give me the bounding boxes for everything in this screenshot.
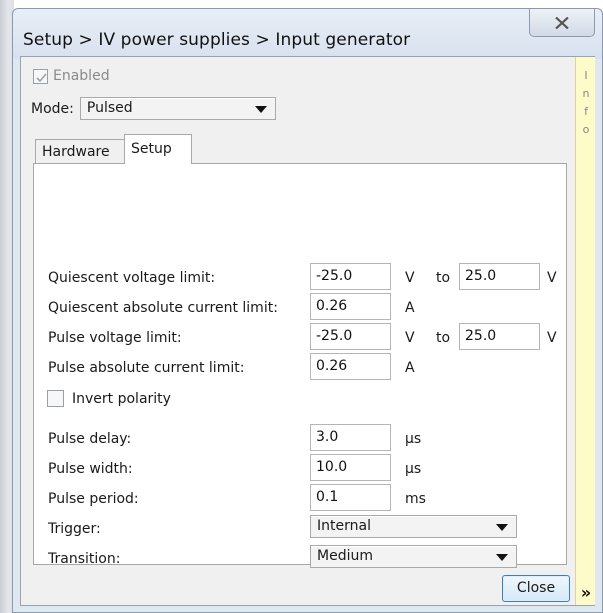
quiescent-voltage-to-label: to [436,270,451,286]
tab-hardware[interactable]: Hardware [35,139,125,164]
trigger-select[interactable]: Internal [310,515,517,538]
pulse-delay-field[interactable]: 3.0 [310,424,391,451]
enabled-checkbox-box[interactable] [33,68,48,84]
pulse-voltage-max-field[interactable]: 25.0 [459,323,540,350]
invert-polarity-box[interactable] [47,390,64,407]
title-bar: Setup > IV power supplies > Input genera… [13,9,602,59]
quiescent-voltage-min-unit: V [405,270,415,286]
pulse-current-unit: A [405,360,415,376]
pulse-voltage-min-unit: V [405,330,415,346]
pulse-period-unit: ms [405,491,426,507]
pulse-period-field[interactable]: 0.1 [310,484,391,511]
pulse-current-label: Pulse absolute current limit: [48,360,245,376]
dialog-window: Setup > IV power supplies > Input genera… [12,8,603,613]
pulse-width-field[interactable]: 10.0 [310,454,391,481]
mode-row: Mode: Pulsed [31,97,276,120]
window-close-button[interactable] [529,9,595,37]
transition-label: Transition: [48,551,121,567]
pulse-voltage-to-label: to [436,330,451,346]
chevron-down-icon [496,524,508,531]
quiescent-voltage-min-field[interactable]: -25.0 [310,263,391,290]
pulse-period-label: Pulse period: [48,491,139,507]
info-letter: I [584,69,588,82]
close-x-icon [555,16,569,29]
trigger-label: Trigger: [48,521,101,537]
pulse-width-unit: µs [405,461,422,477]
pulse-delay-label: Pulse delay: [48,431,132,447]
tab-setup-label: Setup [131,141,172,157]
window-title: Setup > IV power supplies > Input genera… [23,30,411,50]
quiescent-voltage-label: Quiescent voltage limit: [48,270,216,286]
quiescent-voltage-max-unit: V [547,270,557,286]
invert-polarity-checkbox[interactable]: Invert polarity [47,390,171,407]
info-letter: f [584,105,588,118]
trigger-value: Internal [317,518,371,534]
checkmark-icon [36,72,47,82]
pulse-voltage-max-unit: V [547,330,557,346]
chevron-down-icon [254,106,267,113]
dialog-client-area: Enabled Mode: Pulsed Hardware Setup Quie… [20,56,595,606]
pulse-voltage-min-field[interactable]: -25.0 [310,323,391,350]
pulse-voltage-label: Pulse voltage limit: [48,330,182,346]
info-letter: o [582,123,590,136]
invert-polarity-label: Invert polarity [72,390,171,407]
pulse-current-field[interactable]: 0.26 [310,353,391,380]
tab-hardware-label: Hardware [42,144,110,160]
chevron-down-icon [496,554,508,561]
pulse-width-label: Pulse width: [48,461,133,477]
info-letter: n [582,87,590,100]
enabled-checkbox[interactable]: Enabled [33,67,110,85]
quiescent-voltage-max-field[interactable]: 25.0 [459,263,540,290]
close-button[interactable]: Close [502,575,570,602]
mode-value: Pulsed [86,100,133,116]
info-panel[interactable]: I n f o [575,57,595,605]
mode-select[interactable]: Pulsed [79,97,276,120]
pulse-delay-unit: µs [405,431,422,447]
expand-info-button[interactable]: » [577,583,595,602]
tab-setup[interactable]: Setup [124,134,192,164]
setup-tab-panel: Quiescent voltage limit: -25.0 V to 25.0… [33,163,567,568]
quiescent-current-unit: A [405,300,415,316]
transition-value: Medium [317,548,373,564]
transition-select[interactable]: Medium [310,545,517,568]
quiescent-current-label: Quiescent absolute current limit: [48,300,278,316]
quiescent-current-field[interactable]: 0.26 [310,293,391,320]
mode-label: Mode: [31,100,74,117]
enabled-label: Enabled [53,68,110,84]
